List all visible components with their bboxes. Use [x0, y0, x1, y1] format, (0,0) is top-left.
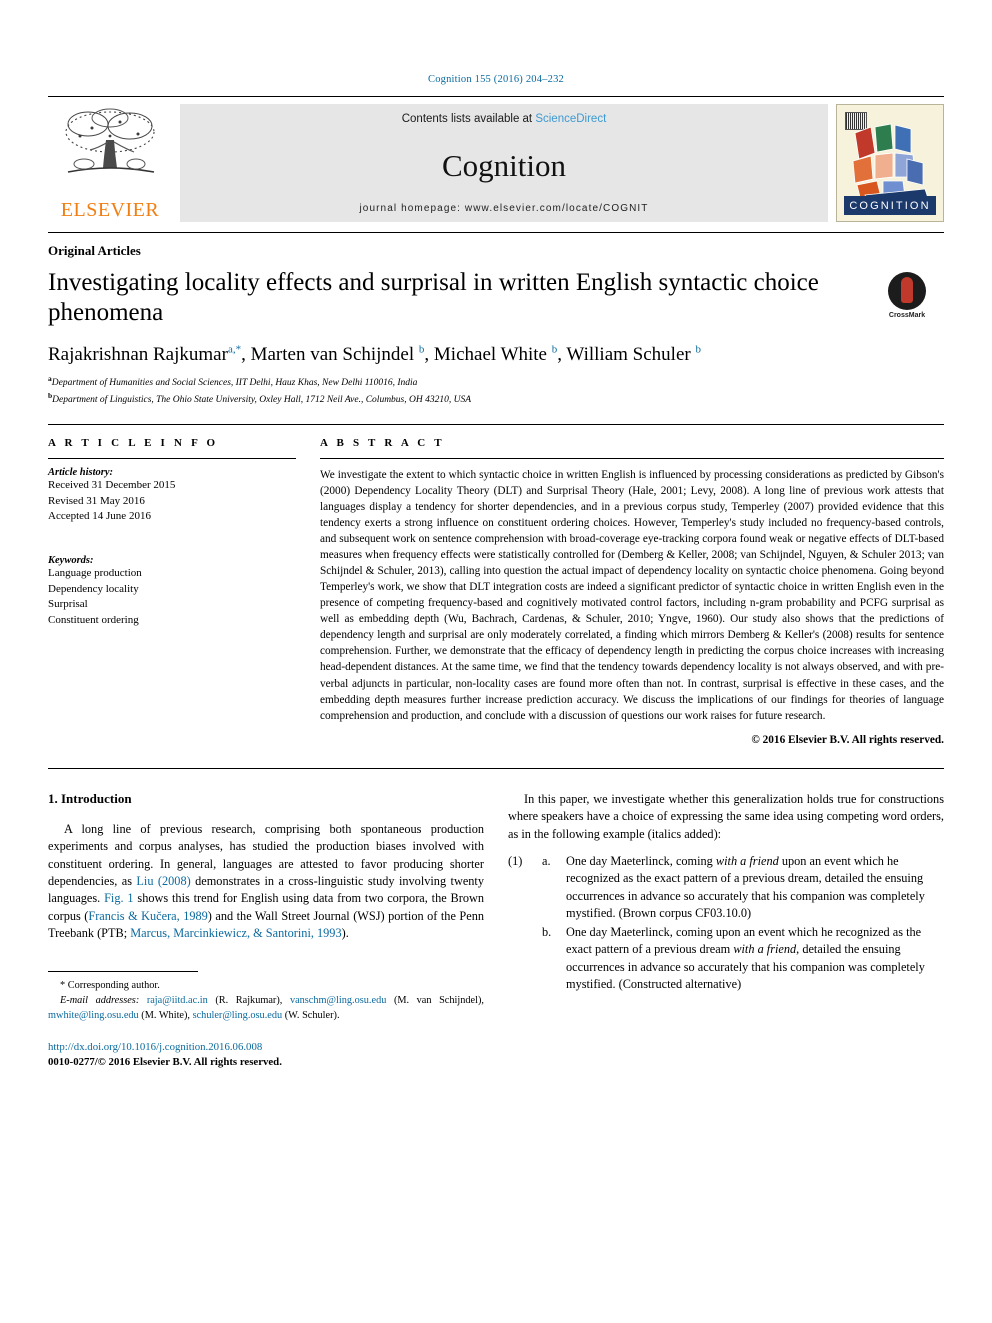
footnote-corresponding-author: * Corresponding author.: [60, 979, 160, 991]
article-info-heading: A R T I C L E I N F O: [48, 437, 219, 450]
example-text-b: One day Maeterlinck, coming upon an even…: [566, 924, 944, 994]
keywords-block: Keywords: Language production Dependency…: [48, 555, 296, 628]
article-info-rule: [48, 458, 296, 460]
author-list: Rajakrishnan Rajkumara,*, Marten van Sch…: [48, 343, 701, 365]
body-divider: [48, 767, 944, 769]
history-received: Received 31 December 2015: [48, 479, 176, 492]
journal-cover-thumbnail[interactable]: COGNITION: [836, 104, 944, 222]
author-2: Michael White b: [433, 343, 558, 365]
paper-page: Cognition 155 (2016) 204–232 ELSEVIER Co…: [0, 0, 992, 1323]
author-marks: b: [551, 343, 558, 356]
email-link-schuler[interactable]: schuler@ling.osu.edu: [193, 1010, 283, 1021]
example-item-a: (1) a. One day Maeterlinck, coming with …: [508, 853, 944, 923]
citation-liu-2008[interactable]: Liu (2008): [136, 874, 190, 888]
abstract-copyright: © 2016 Elsevier B.V. All rights reserved…: [751, 733, 944, 746]
author-name: Rajakrishnan Rajkumar: [48, 343, 228, 365]
right-column: In this paper, we investigate whether th…: [508, 791, 944, 1070]
penrose-triangle-icon: [852, 123, 930, 203]
footnote-area: * Corresponding author. E-mail addresses…: [48, 970, 484, 1070]
elsevier-tree-icon: [65, 108, 155, 173]
crossmark-label: CrossMark: [888, 312, 926, 319]
example-b-italic: with a friend: [733, 942, 797, 957]
abstract-column: A B S T R A C T We investigate the exten…: [320, 437, 944, 746]
keyword-0: Language production: [48, 566, 142, 579]
info-abstract-row: A R T I C L E I N F O Article history: R…: [48, 437, 944, 746]
citation-francis-kucera-1989[interactable]: Francis & Kučera, 1989: [88, 909, 207, 923]
intro-text-5: ).: [341, 926, 349, 941]
author-marks: a,*: [227, 343, 242, 356]
journal-title: Cognition: [441, 147, 566, 183]
article-info-column: A R T I C L E I N F O Article history: R…: [48, 437, 320, 746]
affiliation-a: aDepartment of Humanities and Social Sci…: [48, 374, 944, 391]
author-marks: b: [418, 343, 425, 356]
abstract-heading: A B S T R A C T: [320, 437, 445, 450]
running-head: Cognition 155 (2016) 204–232: [428, 74, 564, 85]
abstract-text: We investigate the extent to which synta…: [320, 469, 944, 722]
numbered-example-1: (1) a. One day Maeterlinck, coming with …: [508, 853, 944, 994]
history-revised: Revised 31 May 2016: [48, 494, 145, 507]
email-addresses-label: E-mail addresses:: [60, 994, 140, 1006]
email-link-rajkumar[interactable]: raja@iitd.ac.in: [147, 995, 208, 1006]
article-type-kicker: Original Articles: [48, 243, 141, 258]
intro-paragraph-1: A long line of previous research, compri…: [48, 821, 484, 943]
info-divider: [48, 424, 944, 426]
email-owner-vanschijndel: (M. van Schijndel),: [393, 994, 484, 1006]
left-column: 1. Introduction A long line of previous …: [48, 791, 484, 1070]
example-letter-a: a.: [542, 853, 551, 868]
author-0: Rajakrishnan Rajkumara,*: [48, 343, 242, 365]
right-paragraph-1: In this paper, we investigate whether th…: [508, 791, 944, 841]
email-owner-rajkumar: (R. Rajkumar),: [215, 994, 283, 1006]
section-title-introduction: 1. Introduction: [48, 790, 132, 806]
affiliation-b: bDepartment of Linguistics, The Ohio Sta…: [48, 391, 944, 408]
keywords-label: Keywords:: [48, 554, 94, 566]
author-3: William Schuler b: [566, 343, 701, 365]
author-1: Marten van Schijndel b: [250, 343, 425, 365]
cover-title-label: COGNITION: [844, 196, 936, 215]
page-title: Investigating locality effects and surpr…: [48, 269, 819, 327]
keyword-1: Dependency locality: [48, 582, 139, 595]
affiliation-list: aDepartment of Humanities and Social Sci…: [48, 374, 944, 408]
author-name: Marten van Schijndel: [250, 343, 415, 365]
title-row: Investigating locality effects and surpr…: [48, 268, 944, 329]
contents-available-line: Contents lists available at ScienceDirec…: [402, 113, 607, 125]
contents-prefix: Contents lists available at: [401, 113, 536, 125]
example-letter-b: b.: [542, 924, 552, 939]
author-name: Michael White: [433, 343, 547, 365]
email-owner-schuler: (W. Schuler).: [284, 1009, 340, 1021]
figure-ref-1[interactable]: Fig. 1: [104, 891, 133, 905]
keyword-3: Constituent ordering: [48, 613, 139, 626]
footnote-divider: [48, 970, 198, 972]
body-columns: 1. Introduction A long line of previous …: [48, 791, 944, 1070]
citation-marcus-1993[interactable]: Marcus, Marcinkiewicz, & Santorini, 1993: [130, 926, 341, 940]
journal-masthead: ELSEVIER Contents lists available at Sci…: [48, 96, 944, 222]
sciencedirect-link[interactable]: ScienceDirect: [535, 113, 606, 125]
footnote-emails: E-mail addresses: raja@iitd.ac.in (R. Ra…: [48, 994, 484, 1024]
journal-band: Contents lists available at ScienceDirec…: [180, 104, 828, 222]
author-marks: b: [695, 343, 701, 356]
example-text-a: One day Maeterlinck, coming with a frien…: [566, 853, 944, 923]
email-link-white[interactable]: mwhite@ling.osu.edu: [48, 1010, 139, 1021]
email-owner-white: (M. White),: [141, 1009, 191, 1021]
history-accepted: Accepted 14 June 2016: [48, 510, 151, 523]
example-a-italic: with a friend: [715, 853, 779, 868]
doi-link[interactable]: http://dx.doi.org/10.1016/j.cognition.20…: [48, 1040, 484, 1055]
abstract-rule: [320, 458, 944, 460]
journal-homepage-link[interactable]: journal homepage: www.elsevier.com/locat…: [359, 203, 648, 214]
example-item-b: b. One day Maeterlinck, coming upon an e…: [508, 924, 944, 994]
keyword-2: Surprisal: [48, 598, 88, 611]
email-link-vanschijndel[interactable]: vanschm@ling.osu.edu: [290, 995, 386, 1006]
affiliation-text: Department of Linguistics, The Ohio Stat…: [52, 395, 472, 406]
example-number: (1): [508, 853, 523, 868]
elsevier-wordmark: ELSEVIER: [60, 199, 160, 221]
crossmark-icon: [888, 272, 926, 310]
issn-copyright-line: 0010-0277/© 2016 Elsevier B.V. All right…: [48, 1055, 282, 1068]
example-a-pre: One day Maeterlinck, coming: [566, 853, 716, 868]
title-divider: [48, 232, 944, 233]
crossmark-badge-group[interactable]: CrossMark: [870, 268, 944, 319]
affiliation-text: Department of Humanities and Social Scie…: [51, 378, 418, 389]
author-name: William Schuler: [566, 343, 691, 365]
page-content: Cognition 155 (2016) 204–232 ELSEVIER Co…: [48, 0, 944, 1070]
article-history-label: Article history:: [48, 467, 114, 479]
elsevier-logo: ELSEVIER: [48, 104, 172, 222]
